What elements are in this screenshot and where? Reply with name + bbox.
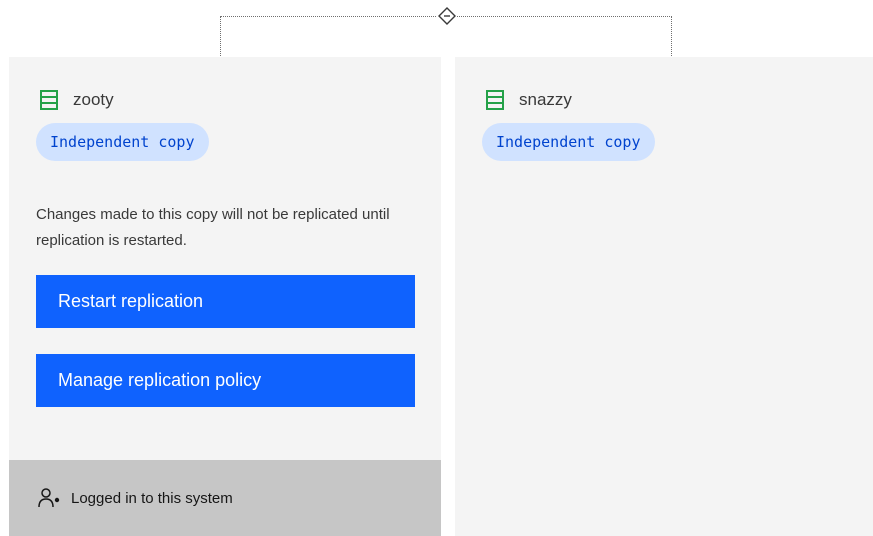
replication-description: Changes made to this copy will not be re… [36, 206, 390, 249]
system-name: snazzy [519, 90, 572, 109]
system-name: zooty [73, 90, 114, 109]
database-icon [485, 89, 505, 111]
logged-in-text: Logged in to this system [71, 489, 233, 507]
independent-copy-tag: Independent copy [482, 123, 655, 161]
restart-replication-button[interactable]: Restart replication [36, 275, 415, 328]
database-icon [39, 89, 59, 111]
manage-replication-policy-button[interactable]: Manage replication policy [36, 354, 415, 407]
system-card-snazzy: snazzy Independent copy [455, 57, 873, 536]
independent-copy-tag: Independent copy [36, 123, 209, 161]
user-logged-in-icon [37, 486, 61, 510]
logged-in-footer: Logged in to this system [9, 460, 441, 536]
system-header: zooty [39, 88, 114, 112]
system-card-zooty: zooty Independent copy Changes made to t… [9, 57, 441, 536]
replication-view: zooty Independent copy Changes made to t… [0, 0, 873, 536]
system-header: snazzy [485, 88, 572, 112]
diamond-link-icon [437, 6, 457, 26]
